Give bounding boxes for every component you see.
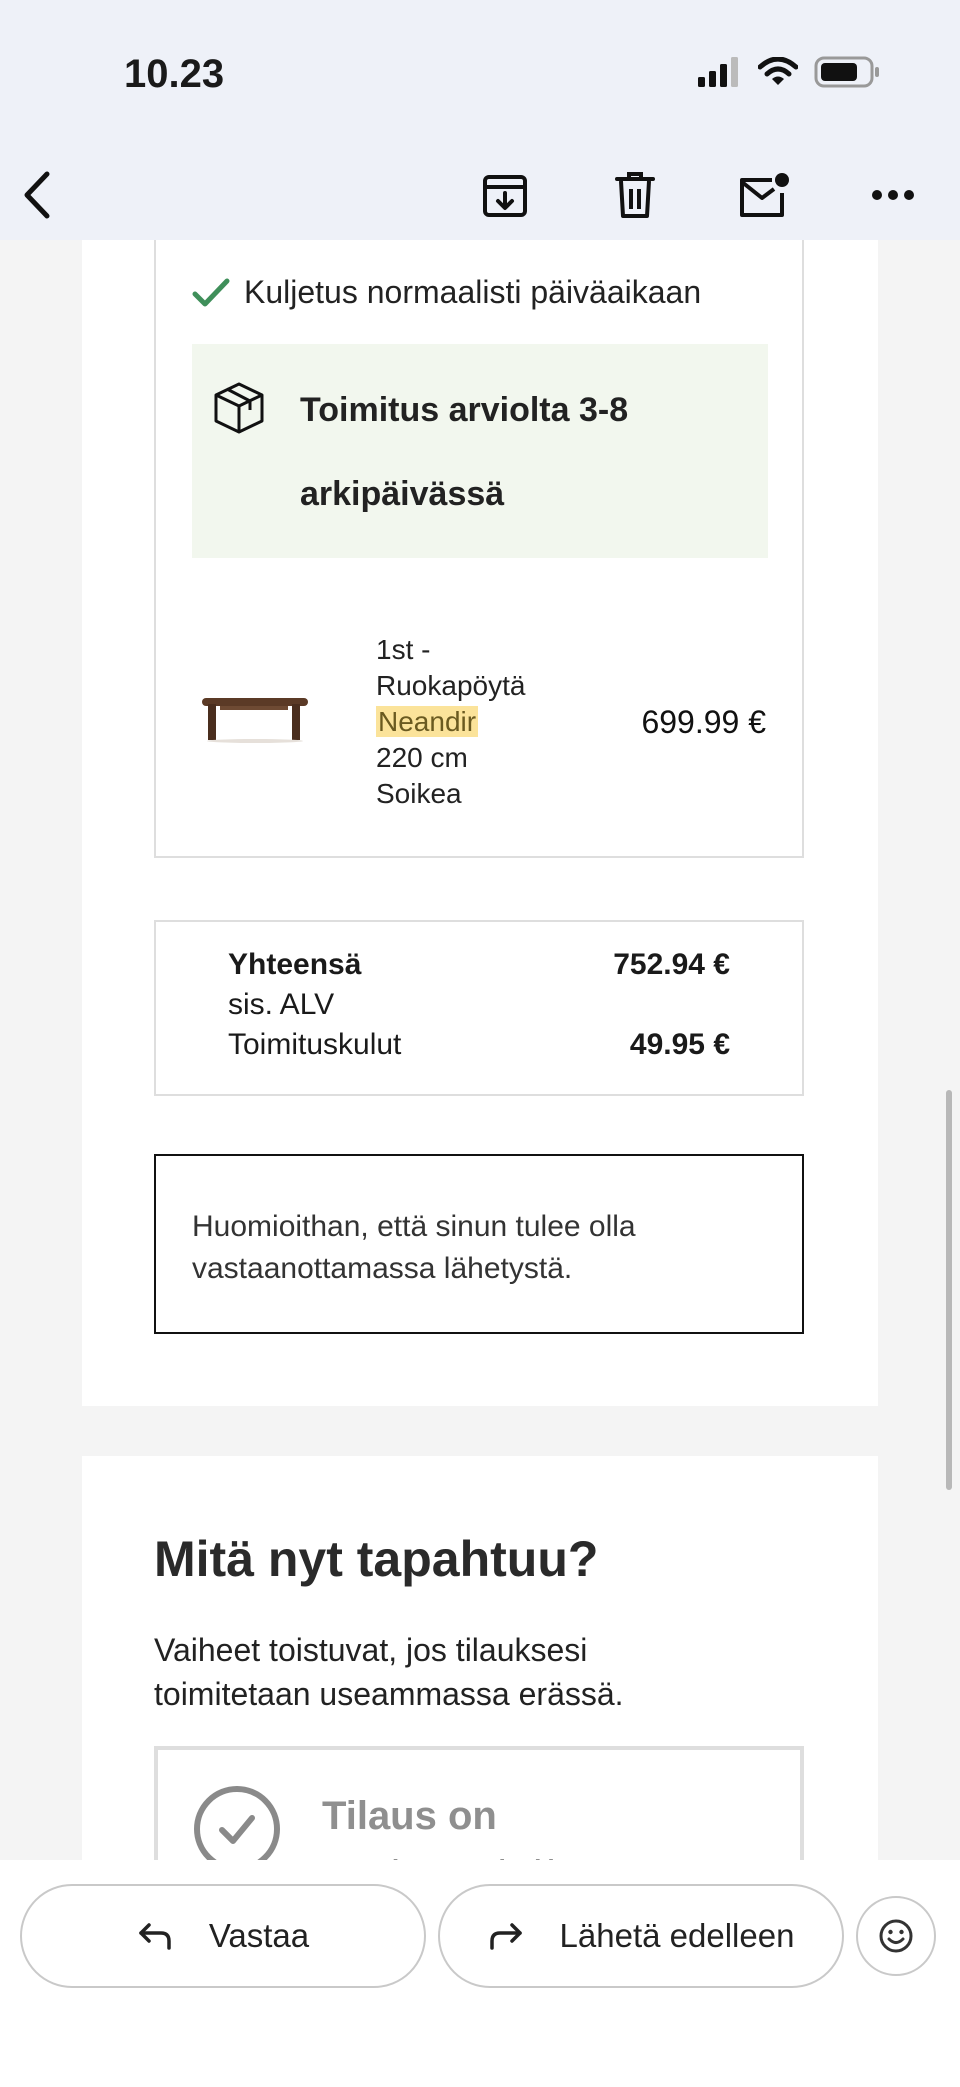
chevron-left-icon xyxy=(24,171,50,219)
shipping-value: 49.95 € xyxy=(629,1028,730,1061)
more-options-button[interactable] xyxy=(860,162,926,228)
back-button[interactable] xyxy=(4,162,70,228)
battery-icon xyxy=(814,56,879,88)
product-price: 699.99 € xyxy=(641,704,766,740)
archive-button[interactable] xyxy=(472,162,538,228)
order-item-card: Kuljetus normaalisti päiväaikaan Toimitu… xyxy=(154,240,804,858)
reply-icon xyxy=(139,1923,171,1950)
email-body: Kuljetus normaalisti päiväaikaan Toimitu… xyxy=(0,240,960,1860)
check-icon xyxy=(219,1815,255,1844)
shipping-label: Toimituskulut xyxy=(228,1028,402,1061)
forward-label: Lähetä edelleen xyxy=(559,1917,795,1954)
status-bar: 10.23 xyxy=(0,0,960,150)
notice-text: Huomioithan, että sinun tulee olla vasta… xyxy=(192,1210,636,1285)
notice-box: Huomioithan, että sinun tulee olla vasta… xyxy=(154,1154,804,1334)
product-line-4: 220 cm xyxy=(376,742,468,773)
search-highlight: Neandir xyxy=(376,706,479,737)
more-icon xyxy=(872,190,914,200)
reply-label: Vastaa xyxy=(208,1917,310,1954)
next-steps-panel: Mitä nyt tapahtuu? Vaiheet toistuvat, jo… xyxy=(82,1456,878,1860)
mark-unread-button[interactable] xyxy=(730,162,796,228)
delivery-note-row: Kuljetus normaalisti päiväaikaan xyxy=(192,274,701,311)
delivery-estimate: Toimitus arviolta 3-8 arkipäivässä xyxy=(300,391,629,513)
package-icon xyxy=(214,382,264,434)
wifi-icon xyxy=(758,57,798,85)
order-panel: Kuljetus normaalisti päiväaikaan Toimitu… xyxy=(82,240,878,1406)
delete-button[interactable] xyxy=(602,162,668,228)
product-line-2: Ruokapöytä xyxy=(376,670,526,701)
delivery-note: Kuljetus normaalisti päiväaikaan xyxy=(244,274,702,310)
archive-icon xyxy=(483,175,527,217)
dining-table-image xyxy=(202,698,308,743)
total-label: Yhteensä xyxy=(228,948,362,981)
forward-icon xyxy=(489,1923,522,1950)
status-time: 10.23 xyxy=(124,52,225,96)
mail-unread-icon xyxy=(740,173,789,217)
product-description: 1st - Ruokapöytä Neandir 220 cm Soikea xyxy=(376,632,556,812)
step-check-icon xyxy=(194,1786,280,1860)
next-steps-title: Mitä nyt tapahtuu? xyxy=(154,1531,599,1587)
delivery-estimate-box: Toimitus arviolta 3-8 arkipäivässä xyxy=(192,344,768,558)
total-value: 752.94 € xyxy=(613,948,730,981)
mail-toolbar xyxy=(0,150,960,240)
order-summary: Yhteensä 752.94 € sis. ALV Toimituskulut… xyxy=(154,920,804,1096)
reply-button[interactable]: Vastaa xyxy=(20,1884,426,1988)
email-container: Kuljetus normaalisti päiväaikaan Toimitu… xyxy=(38,240,922,1860)
product-line-1: 1st - xyxy=(376,634,431,665)
forward-button[interactable]: Lähetä edelleen xyxy=(438,1884,844,1988)
vat-label: sis. ALV xyxy=(228,988,335,1021)
scrollbar[interactable] xyxy=(946,1090,952,1490)
bottom-action-bar: Vastaa Lähetä edelleen xyxy=(0,1860,960,2087)
product-line-3: Neandir xyxy=(376,704,556,740)
status-icons xyxy=(698,54,880,90)
step-title: Tilaus on vastaanotettu xyxy=(322,1794,582,1860)
step-card: Tilaus on vastaanotettu xyxy=(154,1746,804,1860)
cellular-signal-icon xyxy=(698,57,738,87)
product-line-5: Soikea xyxy=(376,778,462,809)
smiley-icon xyxy=(879,1919,913,1953)
next-steps-intro: Vaiheet toistuvat, jos tilauksesi toimit… xyxy=(154,1632,624,1712)
trash-icon xyxy=(615,172,655,218)
emoji-reaction-button[interactable] xyxy=(856,1896,936,1976)
checkmark-icon xyxy=(192,278,230,306)
